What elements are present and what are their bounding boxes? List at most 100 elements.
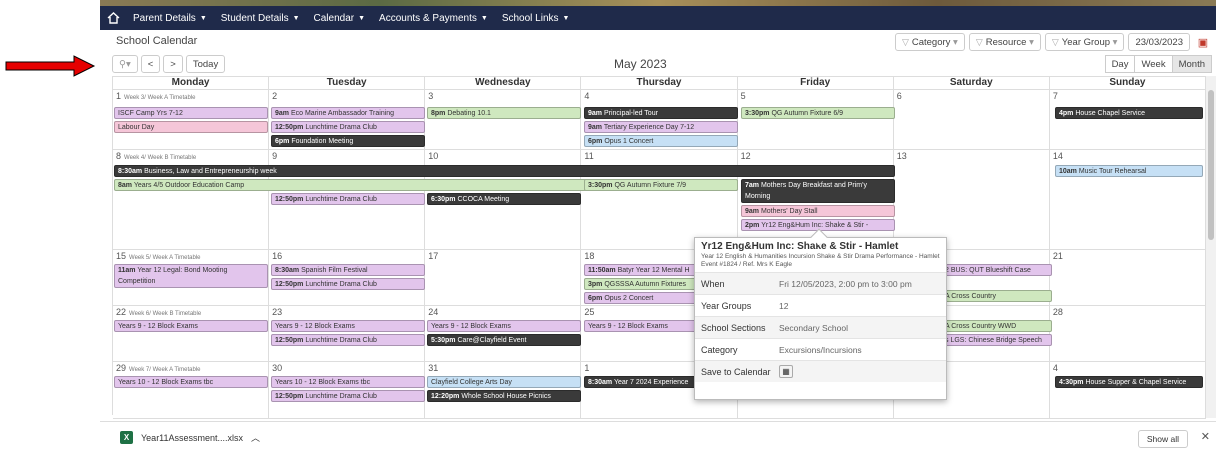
- calendar-event[interactable]: Years 9 - 12 Block Exams: [427, 320, 581, 332]
- filter-bar: ▽ Category ▾ ▽ Resource ▾ ▽ Year Group ▾ 23…: [894, 33, 1212, 51]
- popover-description: Year 12 English & Humanities Incursion S…: [701, 253, 940, 268]
- calendar-event[interactable]: 3:30pm QG Autumn Fixture 6/9: [741, 107, 895, 119]
- calendar-event[interactable]: 7am Mothers Day Breakfast and Prim'y Mor…: [741, 179, 895, 203]
- calendar-event[interactable]: 11am Year 12 Legal: Bond Mooting Competi…: [114, 264, 268, 288]
- today-button[interactable]: Today: [185, 55, 226, 73]
- nav-student-details[interactable]: Student Details ▼: [214, 6, 307, 30]
- calendar-event[interactable]: 3:30pm QG Autumn Fixture 7/9: [584, 179, 738, 191]
- date-number: 5: [740, 91, 746, 101]
- calendar-event[interactable]: 12:50pm Lunchtime Drama Club: [271, 121, 425, 133]
- day-cell[interactable]: 6: [894, 90, 1050, 149]
- view-month-button[interactable]: Month: [1171, 55, 1212, 73]
- caret-down-icon: ▼: [358, 14, 366, 22]
- date-number: 25: [584, 307, 595, 317]
- date-number: 11: [584, 151, 594, 161]
- calendar-event[interactable]: 4:30pm House Supper & Chapel Service: [1055, 376, 1203, 388]
- next-button[interactable]: >: [163, 55, 183, 73]
- date-number: 16: [272, 251, 283, 261]
- view-day-button[interactable]: Day: [1104, 55, 1136, 73]
- calendar-event[interactable]: 9am Mothers' Day Stall: [741, 205, 895, 217]
- nav-label: Student Details: [220, 12, 289, 24]
- day-header: Tuesday: [269, 77, 426, 89]
- day-cell[interactable]: 5: [738, 90, 894, 149]
- day-cell[interactable]: 21: [1050, 250, 1206, 305]
- calendar-event[interactable]: 12:50pm Lunchtime Drama Club: [271, 278, 425, 290]
- nav-accounts[interactable]: Accounts & Payments ▼: [372, 6, 495, 30]
- calendar-event[interactable]: Years 10 - 12 Block Exams tbc: [114, 376, 268, 388]
- calendar-event[interactable]: 10am Music Tour Rehearsal: [1055, 165, 1203, 177]
- prev-button[interactable]: <: [140, 55, 161, 73]
- calendar-event[interactable]: 5:30pm Care@Clayfield Event: [427, 334, 581, 346]
- home-icon[interactable]: [100, 6, 126, 30]
- month-title: May 2023: [614, 57, 667, 71]
- week-row: 15Week 5/ Week A Timetable 16 17 18 19 2…: [113, 250, 1206, 306]
- date-number: 4: [584, 91, 590, 101]
- download-filename: Year11Assessment....xlsx: [141, 432, 244, 443]
- calendar-event[interactable]: 8:30am Business, Law and Entrepreneurshi…: [114, 165, 895, 177]
- calendar-event[interactable]: Years 9 - 12 Block Exams: [271, 320, 425, 332]
- save-to-calendar-icon[interactable]: ▦: [779, 365, 793, 378]
- show-all-button[interactable]: Show all: [1137, 430, 1188, 448]
- calendar-event[interactable]: 12:50pm Lunchtime Drama Club: [271, 334, 425, 346]
- day-cell[interactable]: 29 Week 7/ Week A Timetable: [113, 362, 270, 418]
- week-label: Week 3/ Week A Timetable: [124, 95, 196, 101]
- week-row: 22Week 6/ Week B Timetable 23 24 25 26 2…: [113, 306, 1206, 362]
- page: Parent Details ▼ Student Details ▼ Calenda…: [0, 0, 1216, 453]
- calendar-event[interactable]: ISCF Camp Yrs 7-12: [114, 107, 268, 119]
- zoom-dropdown[interactable]: ⚲▾: [112, 55, 138, 73]
- calendar-event[interactable]: 4pm House Chapel Service: [1055, 107, 1203, 119]
- date-number: 29: [116, 363, 127, 373]
- calendar-event[interactable]: A Cross Country: [941, 290, 1052, 302]
- calendar-event[interactable]: 6:30pm CCOCA Meeting: [427, 193, 581, 205]
- calendar-event[interactable]: s LGS: Chinese Bridge Speech: [941, 334, 1052, 346]
- calendar-event[interactable]: 9am Eco Marine Ambassador Training: [271, 107, 425, 119]
- scrollbar[interactable]: [1206, 76, 1216, 418]
- date-input[interactable]: 23/03/2023: [1128, 33, 1190, 51]
- day-cell[interactable]: 17: [425, 250, 582, 305]
- day-cell[interactable]: 22 Week 6/ Week B Timetable: [113, 306, 270, 361]
- filter-icon: ▽: [975, 36, 983, 47]
- calendar-event[interactable]: 12:50pm Lunchtime Drama Club: [271, 390, 425, 402]
- category-filter[interactable]: ▽ Category ▾: [894, 33, 965, 51]
- view-week-button[interactable]: Week: [1134, 55, 1173, 73]
- day-cell[interactable]: 3: [425, 90, 582, 149]
- year-group-filter[interactable]: ▽ Year Group ▾: [1044, 33, 1125, 51]
- day-cell[interactable]: 13: [894, 150, 1050, 249]
- day-cell[interactable]: 4: [1050, 362, 1206, 418]
- day-cell[interactable]: 1 Week 3/ Week A Timetable: [113, 90, 270, 149]
- calendar-event[interactable]: 12:20pm Whole School House Picnics: [427, 390, 581, 402]
- calendar-event[interactable]: 9am Principal-led Tour: [584, 107, 738, 119]
- date-number: 31: [428, 363, 439, 373]
- calendar-event[interactable]: 8:30am Spanish Film Festival: [271, 264, 425, 276]
- nav-parent-details[interactable]: Parent Details ▼: [126, 6, 214, 30]
- calendar-event[interactable]: 8pm Debating 10.1: [427, 107, 581, 119]
- nav-label: Accounts & Payments: [379, 12, 477, 24]
- close-icon[interactable]: ✕: [1201, 430, 1210, 443]
- calendar-event[interactable]: 2 BUS: QUT Blueshift Case: [941, 264, 1052, 276]
- day-header: Friday: [738, 77, 894, 89]
- popover-value: Excursions/Incursions: [779, 344, 862, 355]
- calendar-icon[interactable]: ▣: [1194, 33, 1212, 51]
- nav-label: Calendar: [313, 12, 355, 24]
- date-number: 1: [116, 91, 122, 101]
- nav-calendar[interactable]: Calendar ▼: [307, 6, 373, 30]
- download-item[interactable]: X Year11Assessment....xlsx ︿: [120, 431, 260, 444]
- resource-filter[interactable]: ▽ Resource ▾: [968, 33, 1041, 51]
- calendar-event[interactable]: 6pm Foundation Meeting: [271, 135, 425, 147]
- calendar-event[interactable]: Clayfield College Arts Day: [427, 376, 581, 388]
- calendar-event[interactable]: Labour Day: [114, 121, 268, 133]
- calendar-event[interactable]: Years 9 - 12 Block Exams: [114, 320, 268, 332]
- calendar-event[interactable]: Years 10 - 12 Block Exams tbc: [271, 376, 425, 388]
- chevron-up-icon[interactable]: ︿: [251, 431, 260, 444]
- calendar-event[interactable]: 6pm Opus 1 Concert: [584, 135, 738, 147]
- event-popover: Yr12 Eng&Hum Inc: Shake & Stir - Hamlet …: [694, 228, 947, 400]
- day-cell[interactable]: 28: [1050, 306, 1206, 361]
- popover-value: Fri 12/05/2023, 2:00 pm to 3:00 pm: [779, 278, 912, 289]
- calendar-event[interactable]: A Cross Country WWD: [941, 320, 1052, 332]
- day-cell[interactable]: 7: [1050, 90, 1206, 149]
- date-number: 30: [272, 363, 283, 373]
- calendar-event[interactable]: 9am Tertiary Experience Day 7-12: [584, 121, 738, 133]
- calendar-event[interactable]: 12:50pm Lunchtime Drama Club: [271, 193, 425, 205]
- nav-school-links[interactable]: School Links ▼: [495, 6, 577, 30]
- scrollbar-thumb[interactable]: [1208, 90, 1214, 240]
